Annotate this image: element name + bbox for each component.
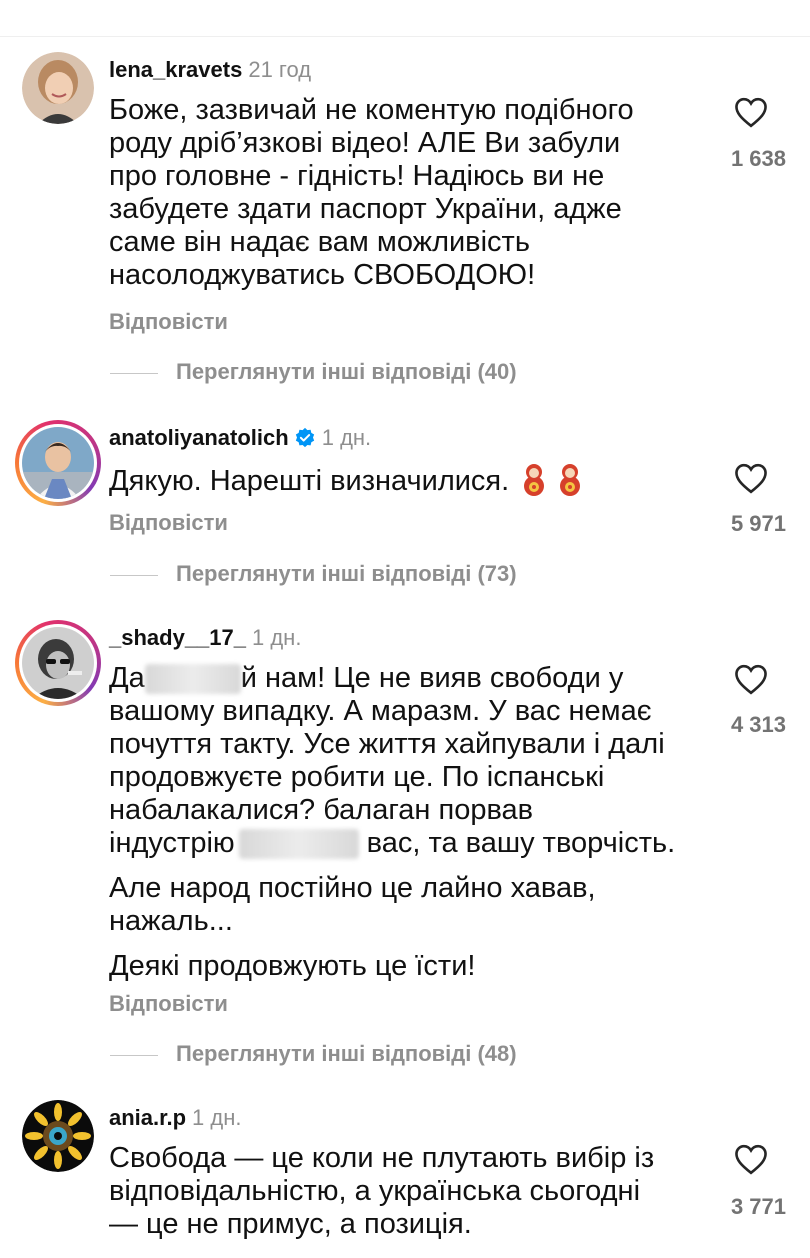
timestamp: 1 дн. (192, 1105, 242, 1130)
text-line: індустрію (109, 827, 235, 859)
text-line: роду дріб’язкові відео! АЛЕ Ви забули (109, 127, 621, 159)
avatar[interactable] (22, 52, 94, 124)
divider-dash (110, 1054, 158, 1056)
view-more-replies[interactable]: Переглянути інші відповіді (40) (110, 359, 517, 385)
view-more-label: Переглянути інші відповіді (48) (176, 1041, 517, 1066)
text-line: Деякі продовжують це їсти! (109, 950, 476, 982)
text-line: почуття такту. Усе життя хайпували і дал… (109, 728, 665, 760)
text-line: Да (109, 662, 145, 694)
avatar-inner (19, 424, 97, 502)
comment-meta: anatoliyanatolich 1 дн. (109, 424, 371, 452)
blurred-text (144, 664, 241, 695)
text-line: вашому випадку. А маразм. У вас немає (109, 695, 652, 727)
like-count: 3 771 (730, 1194, 786, 1219)
username[interactable]: _shady__17_ (109, 625, 246, 650)
text-line: саме він надає вам можливість (109, 226, 530, 258)
avatar[interactable] (15, 420, 101, 506)
text-line: продовжуєте робити це. По іспанські (109, 761, 605, 793)
text-line: вас, та вашу творчість. (366, 827, 676, 859)
heart-icon[interactable] (733, 1143, 769, 1175)
verified-badge-icon (295, 427, 314, 448)
avatar-photo (22, 427, 94, 499)
top-divider (0, 36, 810, 37)
comment-text: Боже, зазвичай не коментую подібного род… (109, 94, 709, 292)
text-line: Свобода — це коли не плутають вибір із (109, 1142, 655, 1174)
view-more-label: Переглянути інші відповіді (40) (176, 359, 517, 384)
like-count: 5 971 (730, 511, 786, 536)
text-line: Боже, зазвичай не коментую подібного (109, 94, 634, 126)
avatar[interactable] (22, 1100, 94, 1172)
heart-icon[interactable] (733, 96, 769, 128)
view-more-label: Переглянути інші відповіді (73) (176, 561, 517, 586)
username[interactable]: lena_kravets (109, 57, 242, 82)
timestamp: 21 год (248, 57, 312, 82)
avatar[interactable] (15, 620, 101, 706)
heart-icon[interactable] (733, 663, 769, 695)
text-line: про головне - гідність! Надіюсь ви не (109, 160, 605, 192)
timestamp: 1 дн. (321, 425, 372, 450)
view-more-replies[interactable]: Переглянути інші відповіді (48) (110, 1041, 517, 1067)
divider-dash (110, 574, 158, 576)
comment-text: Дякую. Нарешті визначилися. (109, 462, 709, 498)
text-line: — це не примус, а позиція. (109, 1208, 472, 1240)
comment-meta: ania.r.p 1 дн. (109, 1104, 242, 1132)
text-line: Але народ постійно це лайно хавав, (109, 872, 596, 904)
text-line: набалакалися? балаган порвав (109, 794, 534, 826)
text-line: Дякую. Нарешті визначилися. (109, 465, 510, 497)
comment-meta: _shady__17_ 1 дн. (109, 624, 301, 652)
text-line: нажаль... (109, 905, 233, 937)
text-line: відповідальністю, а українська сьогодні (109, 1175, 641, 1207)
view-more-replies[interactable]: Переглянути інші відповіді (73) (110, 561, 517, 587)
matryoshka-doll-icon (560, 464, 581, 496)
reply-button[interactable]: Відповісти (109, 510, 228, 536)
timestamp: 1 дн. (252, 625, 302, 650)
reply-button[interactable]: Відповісти (109, 309, 228, 335)
matryoshka-doll-icon (524, 464, 545, 496)
text-line: й нам! Це не вияв свободи у (240, 662, 624, 694)
username[interactable]: ania.r.p (109, 1105, 186, 1130)
like-count: 1 638 (730, 146, 786, 171)
divider-dash (110, 372, 158, 374)
blurred-text (238, 829, 359, 860)
heart-icon[interactable] (733, 462, 769, 494)
text-line: забудете здати паспорт України, адже (109, 193, 622, 225)
like-count: 4 313 (730, 712, 786, 737)
avatar-photo (22, 1100, 94, 1172)
avatar-photo (22, 52, 94, 124)
comment-text: Свобода — це коли не плутають вибір із в… (109, 1142, 709, 1241)
username[interactable]: anatoliyanatolich (109, 425, 289, 450)
avatar-inner (19, 624, 97, 702)
text-line: насолоджуватись СВОБОДОЮ! (109, 259, 536, 291)
reply-button[interactable]: Відповісти (109, 991, 228, 1017)
comment-meta: lena_kravets 21 год (109, 56, 311, 84)
comment-text: Да й нам! Це не вияв свободи у вашому вип… (109, 662, 709, 983)
avatar-photo (22, 627, 94, 699)
